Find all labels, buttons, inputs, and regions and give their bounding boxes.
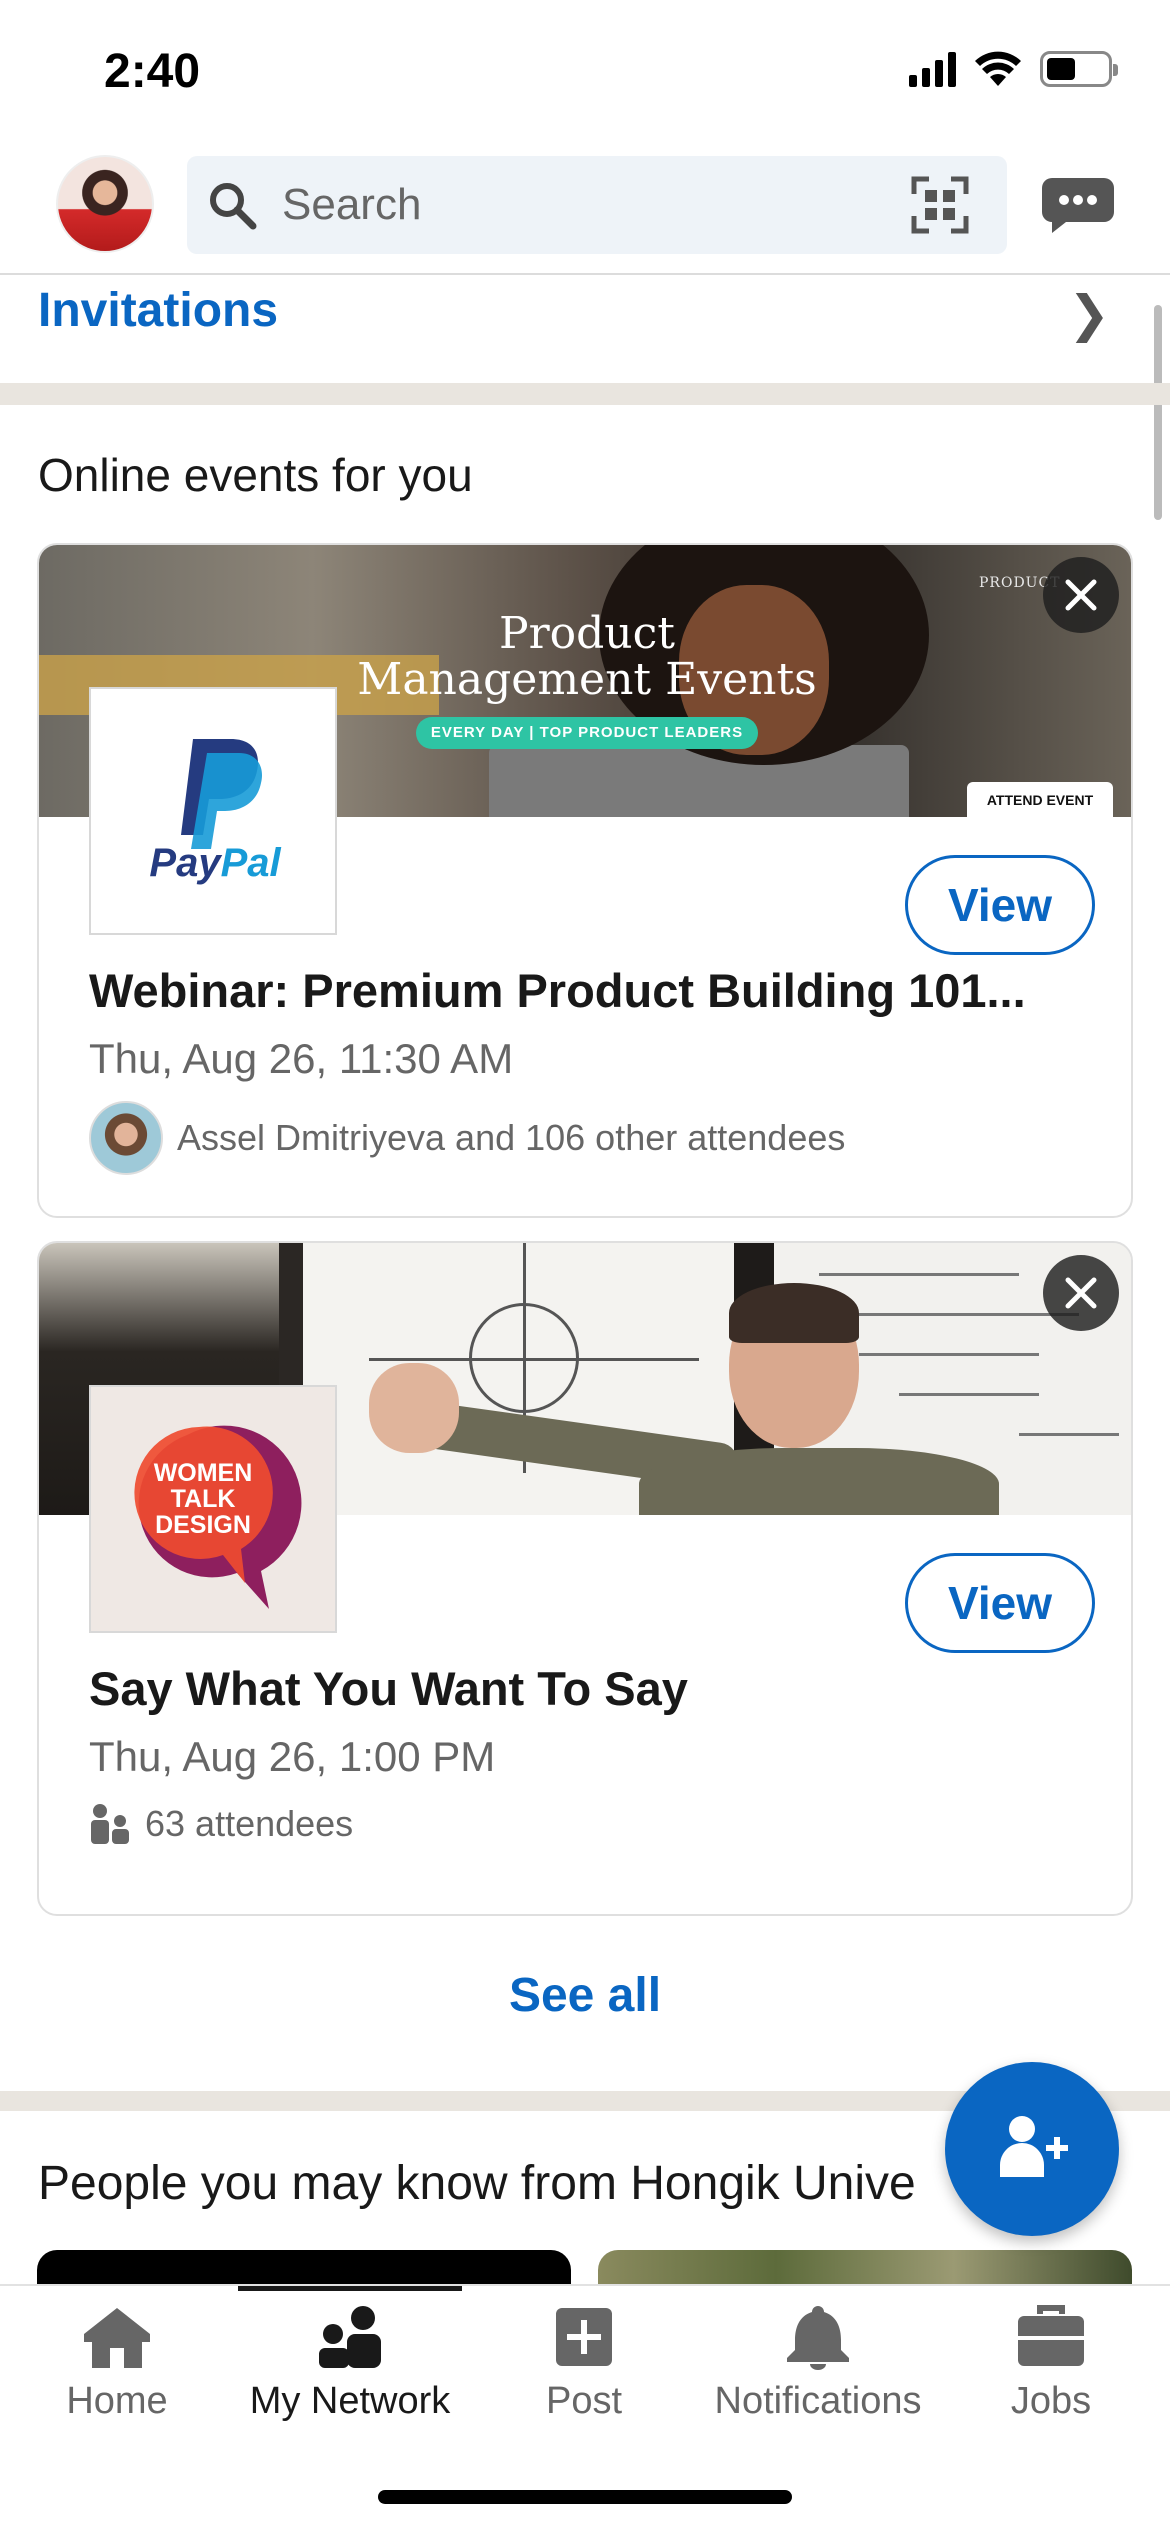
battery-icon [1040,51,1118,87]
women-talk-design-logo: WOMEN TALK DESIGN [89,1385,337,1633]
qr-code-scan-icon[interactable] [911,176,969,234]
invitations-title: Invitations [38,284,279,337]
nav-home-label: Home [66,2380,168,2422]
profile-avatar[interactable] [56,155,154,253]
status-time: 2:40 [104,45,201,98]
event-title[interactable]: Say What You Want To Say [89,1661,1099,1716]
attendees-text: Assel Dmitriyeva and 106 other attendees [177,1117,846,1158]
nav-notifications[interactable]: Notifications [701,2304,935,2423]
attendee-avatar [89,1101,163,1175]
event-date: Thu, Aug 26, 11:30 AM [89,1035,514,1082]
nav-notifications-label: Notifications [714,2380,922,2422]
people-icon [91,1804,129,1844]
attendees-text: 63 attendees [145,1803,354,1844]
status-icons [909,50,1118,88]
view-event-button[interactable]: View [905,855,1095,955]
banner-title-line1: Product [499,608,675,659]
event-card[interactable]: PRODUCT Product Management Events EVERY … [37,543,1133,1218]
event-title[interactable]: Webinar: Premium Product Building 101... [89,963,1099,1018]
dismiss-event-button[interactable] [1043,1255,1119,1331]
paypal-p-icon [181,739,263,849]
home-indicator[interactable] [378,2490,792,2504]
chevron-right-icon: ❯ [1068,286,1110,342]
wifi-icon [975,51,1021,86]
nav-home[interactable]: Home [0,2304,234,2423]
people-you-may-know-title: People you may know from Hongik Unive [38,2157,916,2210]
paypal-logo: PayPal [89,687,337,935]
speech-bubble-logo-icon: WOMEN TALK DESIGN [134,1425,302,1609]
add-person-icon [1000,2116,1068,2177]
logo-text-talk: TALK [171,1485,236,1513]
event-attendees: 63 attendees [89,1803,353,1845]
event-date: Thu, Aug 26, 1:00 PM [89,1733,496,1780]
nav-my-network[interactable]: My Network [233,2304,467,2423]
event-card[interactable]: WOMEN TALK DESIGN View Say What You Want… [37,1241,1133,1916]
invitations-row[interactable]: Invitations ❯ [0,277,1170,382]
paypal-wordmark-pay: Pay [149,841,221,885]
my-network-icon [319,2306,381,2368]
home-icon [84,2308,150,2368]
add-connection-button[interactable] [945,2062,1119,2236]
logo-text-design: DESIGN [155,1511,251,1539]
post-icon [556,2308,612,2366]
bell-icon [787,2306,849,2370]
nav-jobs-label: Jobs [1010,2380,1092,2422]
search-bar[interactable] [187,156,1007,254]
cellular-signal-icon [909,51,956,87]
paypal-wordmark-pal: Pal [220,841,281,885]
status-bar: 2:40 [0,0,1170,150]
event-attendees: Assel Dmitriyeva and 106 other attendees [89,1101,845,1175]
messaging-icon[interactable] [1042,176,1114,234]
see-all-events-link[interactable]: See all [0,1968,1170,2023]
search-icon [210,183,257,230]
nav-post[interactable]: Post [467,2304,701,2423]
paypal-wordmark: PayPal [91,841,339,886]
close-icon [1065,1277,1097,1309]
banner-pill: EVERY DAY | TOP PRODUCT LEADERS [416,717,758,749]
close-icon [1065,579,1097,611]
section-divider [0,383,1170,405]
view-event-button[interactable]: View [905,1553,1095,1653]
nav-post-label: Post [545,2380,623,2422]
logo-text-women: WOMEN [154,1459,253,1487]
online-events-title: Online events for you [38,449,473,501]
briefcase-icon [1018,2305,1084,2366]
active-tab-indicator [238,2286,462,2291]
scrollbar[interactable] [1154,305,1162,520]
top-header [0,150,1170,275]
attend-event-badge: ATTEND EVENT [967,782,1113,817]
search-input[interactable] [282,156,842,254]
dismiss-event-button[interactable] [1043,557,1119,633]
nav-my-network-label: My Network [249,2380,451,2422]
nav-jobs[interactable]: Jobs [934,2304,1168,2423]
